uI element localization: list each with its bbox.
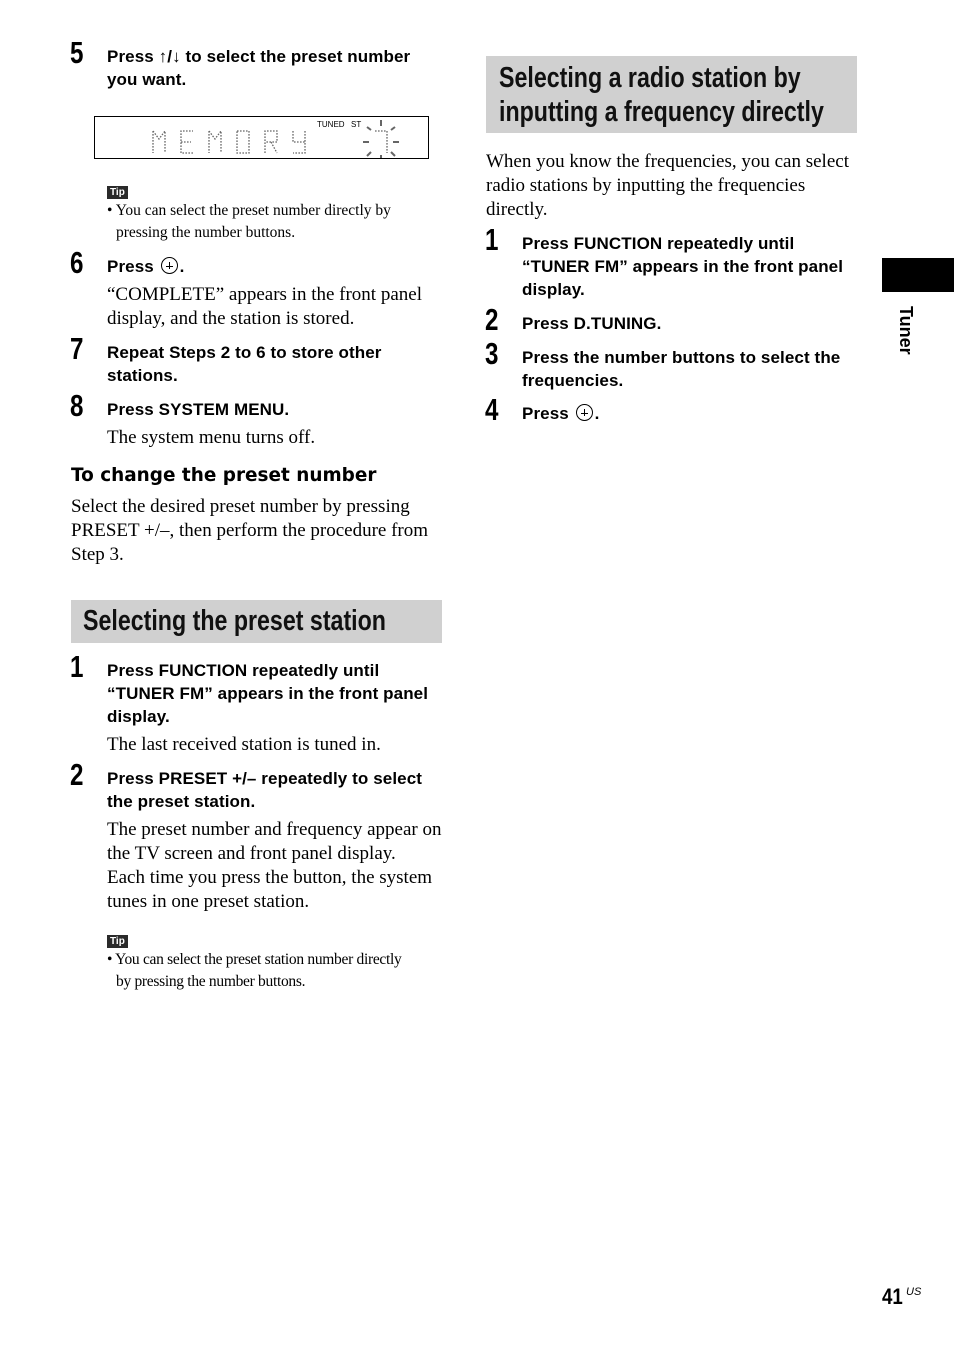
step-description: The system menu turns off. (107, 427, 316, 448)
step-text: Press the number buttons to select the (522, 348, 841, 367)
step-text: Press (107, 257, 154, 276)
body-line: tunes in one preset station. (107, 891, 310, 912)
body-line: When you know the frequencies, you can s… (486, 151, 849, 172)
step-description: “COMPLETE” appears in the front panel di… (107, 283, 447, 331)
step-text: Repeat Steps 2 to 6 to store other (107, 343, 382, 362)
chapter-tab-label: Tuner (896, 306, 916, 355)
step-text: . (594, 404, 600, 423)
tip-text: • You can select the preset number direc… (107, 200, 447, 244)
step-heading: Press FUNCTION repeatedly until “TUNER F… (522, 232, 862, 301)
step-number: 2 (485, 302, 499, 337)
tip-badge: Tip (107, 186, 128, 199)
title-line: Selecting a radio station by (499, 62, 801, 94)
step-heading: Press the number buttons to select the f… (522, 346, 862, 392)
tip-line: • You can select the preset number direc… (107, 202, 391, 219)
step-number: 3 (485, 336, 499, 371)
stereo-indicator: ST (351, 120, 362, 129)
step-text: you want. (107, 70, 187, 89)
step-description: The last received station is tuned in. (107, 734, 381, 755)
step-text: display. (522, 280, 585, 299)
tuned-indicator: TUNED (317, 120, 345, 129)
up-down-arrow-icon: ↑/↓ (158, 47, 181, 66)
step-text: stations. (107, 366, 178, 385)
step-heading: Press . (522, 402, 599, 425)
body-line: Step 3. (71, 544, 124, 565)
step-number: 6 (70, 245, 84, 280)
step-text: Press FUNCTION repeatedly until (107, 661, 380, 680)
tip-line: by pressing the number buttons. (116, 973, 306, 990)
step-text: “TUNER FM” appears in the front panel (522, 257, 844, 276)
body-line: directly. (486, 199, 548, 220)
step-text: Press (522, 404, 569, 423)
step-heading: Repeat Steps 2 to 6 to store other stati… (107, 341, 447, 387)
step-number: 2 (70, 757, 84, 792)
tip-line: pressing the number buttons. (116, 224, 296, 241)
page-region-suffix: US (906, 1286, 922, 1298)
body-line: display, and the station is stored. (107, 308, 355, 329)
step-text: “TUNER FM” appears in the front panel (107, 684, 429, 703)
tip-badge: Tip (107, 935, 128, 948)
chapter-tab-marker (882, 258, 954, 292)
body-line: radio stations by inputting the frequenc… (486, 175, 806, 196)
body-line: “COMPLETE” appears in the front panel (107, 284, 422, 305)
step-number: 5 (70, 35, 84, 70)
body-line: the TV screen and front panel display. (107, 843, 396, 864)
body-line: PRESET +/–, then perform the procedure f… (71, 520, 429, 541)
step-heading: Press FUNCTION repeatedly until “TUNER F… (107, 659, 447, 728)
front-panel-display: TUNED ST (94, 116, 429, 161)
step-number: 4 (485, 392, 499, 427)
step-number: 1 (70, 649, 84, 684)
step-heading: Press D.TUNING. (522, 314, 662, 333)
step-heading: Press PRESET +/– repeatedly to select th… (107, 767, 447, 813)
subsection-body: Select the desired preset number by pres… (71, 495, 451, 567)
step-number: 8 (70, 388, 84, 423)
enter-button-icon (160, 257, 178, 274)
section-title: Selecting the preset station (83, 605, 386, 637)
step-text: display. (107, 707, 170, 726)
step-text: . (179, 257, 185, 276)
step-text: frequencies. (522, 371, 624, 390)
tip-line: • You can select the preset station numb… (107, 951, 402, 968)
step-text: the preset station. (107, 792, 256, 811)
step-text: Press FUNCTION repeatedly until (522, 234, 795, 253)
step-number: 1 (485, 222, 499, 257)
tip-text: • You can select the preset station numb… (107, 949, 452, 993)
step-heading: Press . (107, 255, 184, 278)
step-heading: Press ↑/↓ to select the preset number yo… (107, 45, 447, 91)
subsection-heading: To change the preset number (71, 464, 377, 486)
step-description: The preset number and frequency appear o… (107, 818, 452, 914)
page-number: 41 (882, 1284, 903, 1309)
step-heading: Press SYSTEM MENU. (107, 400, 290, 419)
memory-display-illustration (152, 120, 399, 161)
step-text: to select the preset number (180, 47, 411, 66)
enter-button-icon (575, 404, 593, 421)
body-line: Select the desired preset number by pres… (71, 496, 410, 517)
step-text: Press PRESET +/– repeatedly to select (107, 769, 423, 788)
section-intro: When you know the frequencies, you can s… (486, 150, 866, 222)
step-text: Press (107, 47, 159, 66)
body-line: Each time you press the button, the syst… (107, 867, 433, 888)
body-line: The preset number and frequency appear o… (107, 819, 442, 840)
title-line: inputting a frequency directly (499, 96, 824, 128)
step-number: 7 (70, 331, 84, 366)
section-title: Selecting a radio station by inputting a… (499, 61, 824, 129)
